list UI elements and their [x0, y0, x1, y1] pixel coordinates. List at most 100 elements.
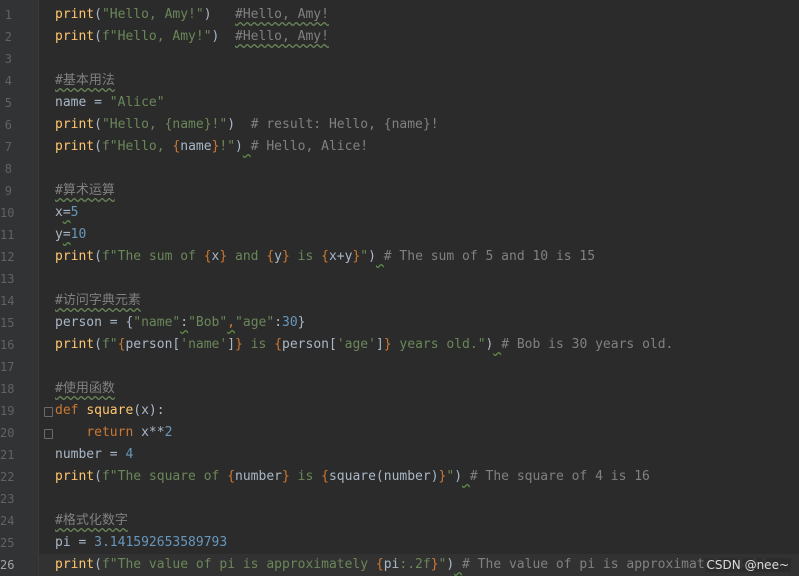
code-token: "Bob" [188, 315, 228, 330]
code-token: ( [94, 469, 102, 484]
line-number: 20 [0, 426, 15, 440]
line-number: 17 [0, 360, 15, 374]
line-number: 11 [0, 228, 15, 242]
line-number: 2 [4, 30, 12, 44]
code-token: 30 [282, 315, 298, 330]
code-line[interactable]: print(f"The sum of {x} and {y} is {x+y}"… [55, 246, 595, 268]
fold-marker-icon[interactable] [44, 407, 53, 417]
line-number: 22 [0, 470, 15, 484]
code-token: ) [368, 249, 376, 264]
line-number: 8 [4, 162, 12, 176]
code-line[interactable]: print(f"{person['name']} is {person['age… [55, 334, 673, 356]
code-line[interactable]: #访问字典元素 [55, 290, 141, 312]
code-token: , [227, 315, 236, 330]
code-token: #使用函数 [55, 381, 115, 396]
code-line[interactable]: print("Hello, Amy!") #Hello, Amy! [55, 4, 329, 26]
code-token: 'name' [180, 337, 228, 352]
code-token: f" [101, 337, 118, 352]
code-token: person[ [125, 337, 181, 352]
code-line[interactable]: print("Hello, {name}!") # result: Hello,… [55, 114, 439, 136]
code-area[interactable]: print("Hello, Amy!") #Hello, Amy! print(f… [39, 0, 799, 576]
code-token: #Hello, Amy! [235, 29, 329, 44]
code-token: def [55, 403, 87, 418]
line-number: 23 [0, 492, 15, 506]
line-number: 3 [4, 52, 12, 66]
code-token: print [55, 117, 95, 132]
code-token: is [242, 337, 275, 352]
code-editor[interactable]: 1 2 3 4 5 6 7 8 9 10 11 12 13 14 15 16 17 18 19 20 21 22 23 24 2… [0, 0, 799, 576]
code-token: 10 [70, 227, 87, 242]
code-token: 4 [125, 447, 134, 462]
code-token: #格式化数字 [55, 513, 128, 528]
code-token: ] [227, 337, 236, 352]
code-token: { [375, 557, 384, 572]
code-token: number [235, 469, 282, 484]
code-token: return [86, 425, 142, 440]
code-token: !" [219, 139, 236, 154]
code-line[interactable]: x=5 [55, 202, 78, 224]
code-line[interactable]: #格式化数字 [55, 510, 128, 532]
code-token: f"Hello, Amy!" [101, 29, 212, 44]
code-token: { [227, 469, 236, 484]
code-line[interactable]: #基本用法 [55, 70, 115, 92]
code-token: } [383, 337, 392, 352]
line-number: 24 [0, 514, 15, 528]
code-token: ) [203, 7, 236, 22]
code-line[interactable]: print(f"Hello, Amy!") #Hello, Amy! [55, 26, 329, 48]
line-number: 21 [0, 448, 15, 462]
code-token: = [62, 205, 71, 220]
code-token: name [180, 139, 212, 154]
code-token: "age" [235, 315, 275, 330]
code-token: # result: Hello, {name}! [250, 117, 439, 132]
code-token: print [55, 249, 95, 264]
code-token: ) [211, 29, 236, 44]
code-token: ) [446, 557, 455, 572]
code-token: ( [94, 139, 102, 154]
code-line[interactable]: name = "Alice" [55, 92, 165, 114]
code-line[interactable]: pi = 3.141592653589793 [55, 532, 227, 554]
code-token: is [289, 469, 322, 484]
code-line[interactable]: print(f"Hello, {name}!") # Hello, Alice! [55, 136, 368, 158]
line-number: 12 [0, 250, 15, 264]
code-token: x** [141, 425, 165, 440]
code-token: y [55, 227, 63, 242]
code-token: ( [94, 7, 102, 22]
code-line[interactable]: person = {"name":"Bob","age":30} [55, 312, 306, 334]
code-token: f"Hello, [101, 139, 173, 154]
code-token: "Hello, {name}!" [101, 117, 228, 132]
code-token: years old." [391, 337, 486, 352]
code-token: ) [227, 117, 251, 132]
code-token: #Hello, Amy! [235, 7, 329, 22]
code-line[interactable]: print(f"The value of pi is approximately… [55, 554, 767, 576]
code-token: and [227, 249, 267, 264]
code-token: ( [94, 117, 102, 132]
code-token: name = [55, 95, 110, 110]
code-token: x+y [328, 249, 353, 264]
code-token: "name" [133, 315, 181, 330]
code-token: print [55, 7, 95, 22]
code-token: ) [235, 139, 243, 154]
fold-marker-icon[interactable] [44, 429, 53, 439]
code-line[interactable]: def square(x): [55, 400, 165, 422]
watermark: CSDN @nee~ [704, 558, 791, 572]
code-token: 5 [70, 205, 79, 220]
code-token: # The square of 4 is 16 [469, 469, 650, 484]
code-line[interactable]: number = 4 [55, 444, 133, 466]
code-line[interactable]: #使用函数 [55, 378, 115, 400]
code-line[interactable]: #算术运算 [55, 180, 115, 202]
code-line[interactable]: return x**2 [55, 422, 172, 444]
code-line[interactable]: y=10 [55, 224, 86, 246]
code-token: = [62, 227, 71, 242]
code-token: } [235, 337, 243, 352]
line-number: 25 [0, 536, 15, 550]
code-token: f"The sum of [101, 249, 204, 264]
code-line[interactable]: print(f"The square of {number} is {squar… [55, 466, 650, 488]
code-token: person[ [282, 337, 337, 352]
code-token: : [274, 315, 283, 330]
line-number-gutter[interactable]: 1 2 3 4 5 6 7 8 9 10 11 12 13 14 15 16 17 18 19 20 21 22 23 24 2… [0, 0, 39, 576]
code-token: ( [94, 337, 102, 352]
